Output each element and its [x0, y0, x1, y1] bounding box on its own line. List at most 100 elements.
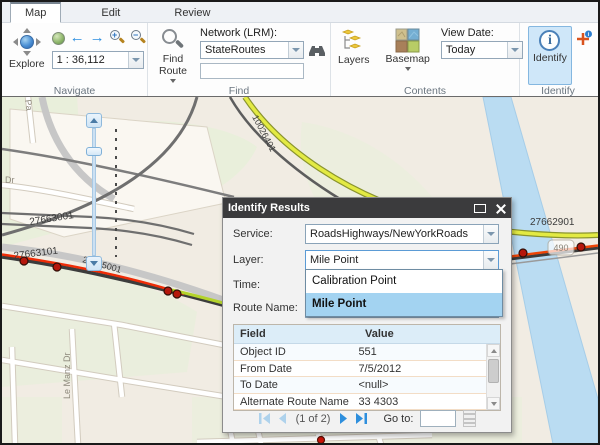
layer-combo[interactable]: Mile Point [305, 250, 499, 270]
identify-icon: i [539, 30, 560, 51]
table-scrollbar[interactable] [486, 344, 500, 410]
first-page-button[interactable] [258, 413, 271, 424]
field-cell: Object ID [234, 344, 352, 360]
goto-spinner[interactable] [463, 410, 476, 427]
service-label: Service: [233, 228, 305, 240]
layer-row: Layer: Mile Point [233, 250, 499, 270]
full-extent-icon[interactable] [52, 32, 65, 45]
group-find: Find Route Network (LRM): StateRoutes [148, 23, 331, 100]
maximize-icon[interactable] [474, 204, 486, 213]
close-icon[interactable] [495, 203, 506, 214]
page-indicator: (1 of 2) [296, 413, 331, 425]
layers-icon [341, 28, 367, 54]
last-page-button[interactable] [355, 413, 368, 424]
layers-button[interactable]: Layers [335, 26, 373, 85]
scrollbar-thumb[interactable] [488, 359, 499, 383]
dropdown-item-mile-point[interactable]: Mile Point [306, 293, 502, 316]
value-cell: 551 [352, 344, 486, 360]
value-cell: 33 4303 [352, 394, 486, 410]
spinner-up-icon[interactable] [463, 410, 476, 419]
route-label: 27662901 [530, 217, 575, 228]
scale-combo[interactable]: 1 : 36,112 [52, 51, 144, 69]
dropdown-item-calibration-point[interactable]: Calibration Point [306, 270, 502, 293]
scroll-down-icon[interactable] [487, 397, 500, 410]
scale-combo-arrow[interactable] [128, 52, 143, 68]
attributes-table: Field Value Object ID 551 From Date 7/5/… [233, 324, 501, 411]
network-combo[interactable]: StateRoutes [200, 41, 304, 59]
zoom-slider-ticks [115, 129, 117, 257]
route-name-label: Route Name: [233, 302, 305, 314]
scroll-up-icon[interactable] [487, 344, 500, 357]
basemap-icon [395, 28, 420, 53]
table-row: Object ID 551 [234, 344, 486, 361]
layer-dropdown-list: Calibration Point Mile Point [305, 269, 503, 317]
tab-map[interactable]: Map [10, 2, 61, 23]
network-combo-arrow[interactable] [288, 42, 303, 58]
next-page-button[interactable] [339, 413, 348, 424]
ribbon: Map Edit Review Explore [2, 2, 598, 96]
group-contents: Layers Basemap [331, 23, 520, 100]
zoom-slider-down-button[interactable] [86, 256, 102, 271]
forward-arrow-icon[interactable]: → [90, 31, 105, 45]
route-search-input[interactable] [200, 63, 304, 79]
layer-combo-arrow[interactable] [483, 251, 498, 269]
street-label: Le Manz Dr [62, 352, 72, 399]
basemap-button[interactable]: Basemap [383, 26, 433, 85]
network-value: StateRoutes [201, 42, 288, 58]
table-row: To Date <null> [234, 377, 486, 394]
chevron-down-icon [170, 79, 176, 83]
find-route-button[interactable]: Find Route [152, 26, 194, 85]
view-date-label: View Date: [441, 27, 523, 39]
spinner-down-icon[interactable] [463, 419, 476, 428]
view-date-combo[interactable]: Today [441, 41, 523, 59]
table-row: Alternate Route Name 33 4303 [234, 394, 486, 411]
field-column-header: Field [234, 325, 359, 343]
zoom-out-icon[interactable]: − [131, 30, 147, 46]
identify-route-locations-icon[interactable]: i [575, 30, 592, 48]
find-route-icon [161, 28, 185, 52]
value-column-header: Value [359, 325, 500, 343]
dialog-titlebar[interactable]: Identify Results [223, 198, 511, 218]
basemap-label: Basemap [386, 53, 430, 65]
zoom-in-icon[interactable]: + [110, 30, 126, 46]
svg-text:490: 490 [553, 243, 568, 253]
layers-label: Layers [338, 54, 370, 66]
dialog-title: Identify Results [228, 202, 474, 214]
field-cell: Alternate Route Name [234, 394, 352, 410]
map-canvas[interactable]: 490 27663001 27663101 27925001 10026401 … [2, 96, 598, 443]
table-header: Field Value [234, 325, 500, 344]
layer-value: Mile Point [306, 251, 483, 269]
street-label: Dr [5, 175, 15, 185]
group-identify: i Identify i Identify [520, 23, 596, 100]
identify-label: Identify [533, 52, 567, 64]
zoom-slider[interactable] [86, 113, 102, 271]
group-navigate: Explore ← → + − [2, 23, 148, 100]
table-row: From Date 7/5/2012 [234, 361, 486, 378]
binoculars-icon[interactable] [308, 43, 326, 57]
zoom-slider-up-button[interactable] [86, 113, 102, 128]
zoom-slider-thumb[interactable] [86, 147, 102, 156]
tab-edit[interactable]: Edit [87, 4, 134, 22]
service-row: Service: RoadsHighways/NewYorkRoads [233, 224, 499, 244]
previous-page-button[interactable] [278, 413, 287, 424]
view-date-value: Today [442, 42, 507, 58]
value-cell: <null> [352, 377, 486, 393]
service-combo-arrow[interactable] [483, 225, 498, 243]
goto-page-input[interactable] [420, 410, 456, 427]
ribbon-body: Explore ← → + − [2, 23, 598, 100]
back-arrow-icon[interactable]: ← [70, 31, 85, 45]
explore-button[interactable]: Explore [6, 26, 48, 85]
time-label: Time: [233, 279, 305, 291]
identify-button[interactable]: i Identify [528, 26, 572, 85]
tab-review[interactable]: Review [160, 4, 224, 22]
explore-icon [13, 28, 41, 56]
explore-label: Explore [9, 58, 45, 70]
street-label: Pa [23, 99, 34, 111]
service-combo[interactable]: RoadsHighways/NewYorkRoads [305, 224, 499, 244]
scale-value: 1 : 36,112 [53, 52, 128, 68]
value-cell: 7/5/2012 [352, 361, 486, 377]
app-window: Map Edit Review Explore [0, 0, 600, 445]
ribbon-tabbar: Map Edit Review [2, 2, 598, 23]
service-value: RoadsHighways/NewYorkRoads [306, 225, 483, 243]
chevron-down-icon [405, 67, 411, 71]
